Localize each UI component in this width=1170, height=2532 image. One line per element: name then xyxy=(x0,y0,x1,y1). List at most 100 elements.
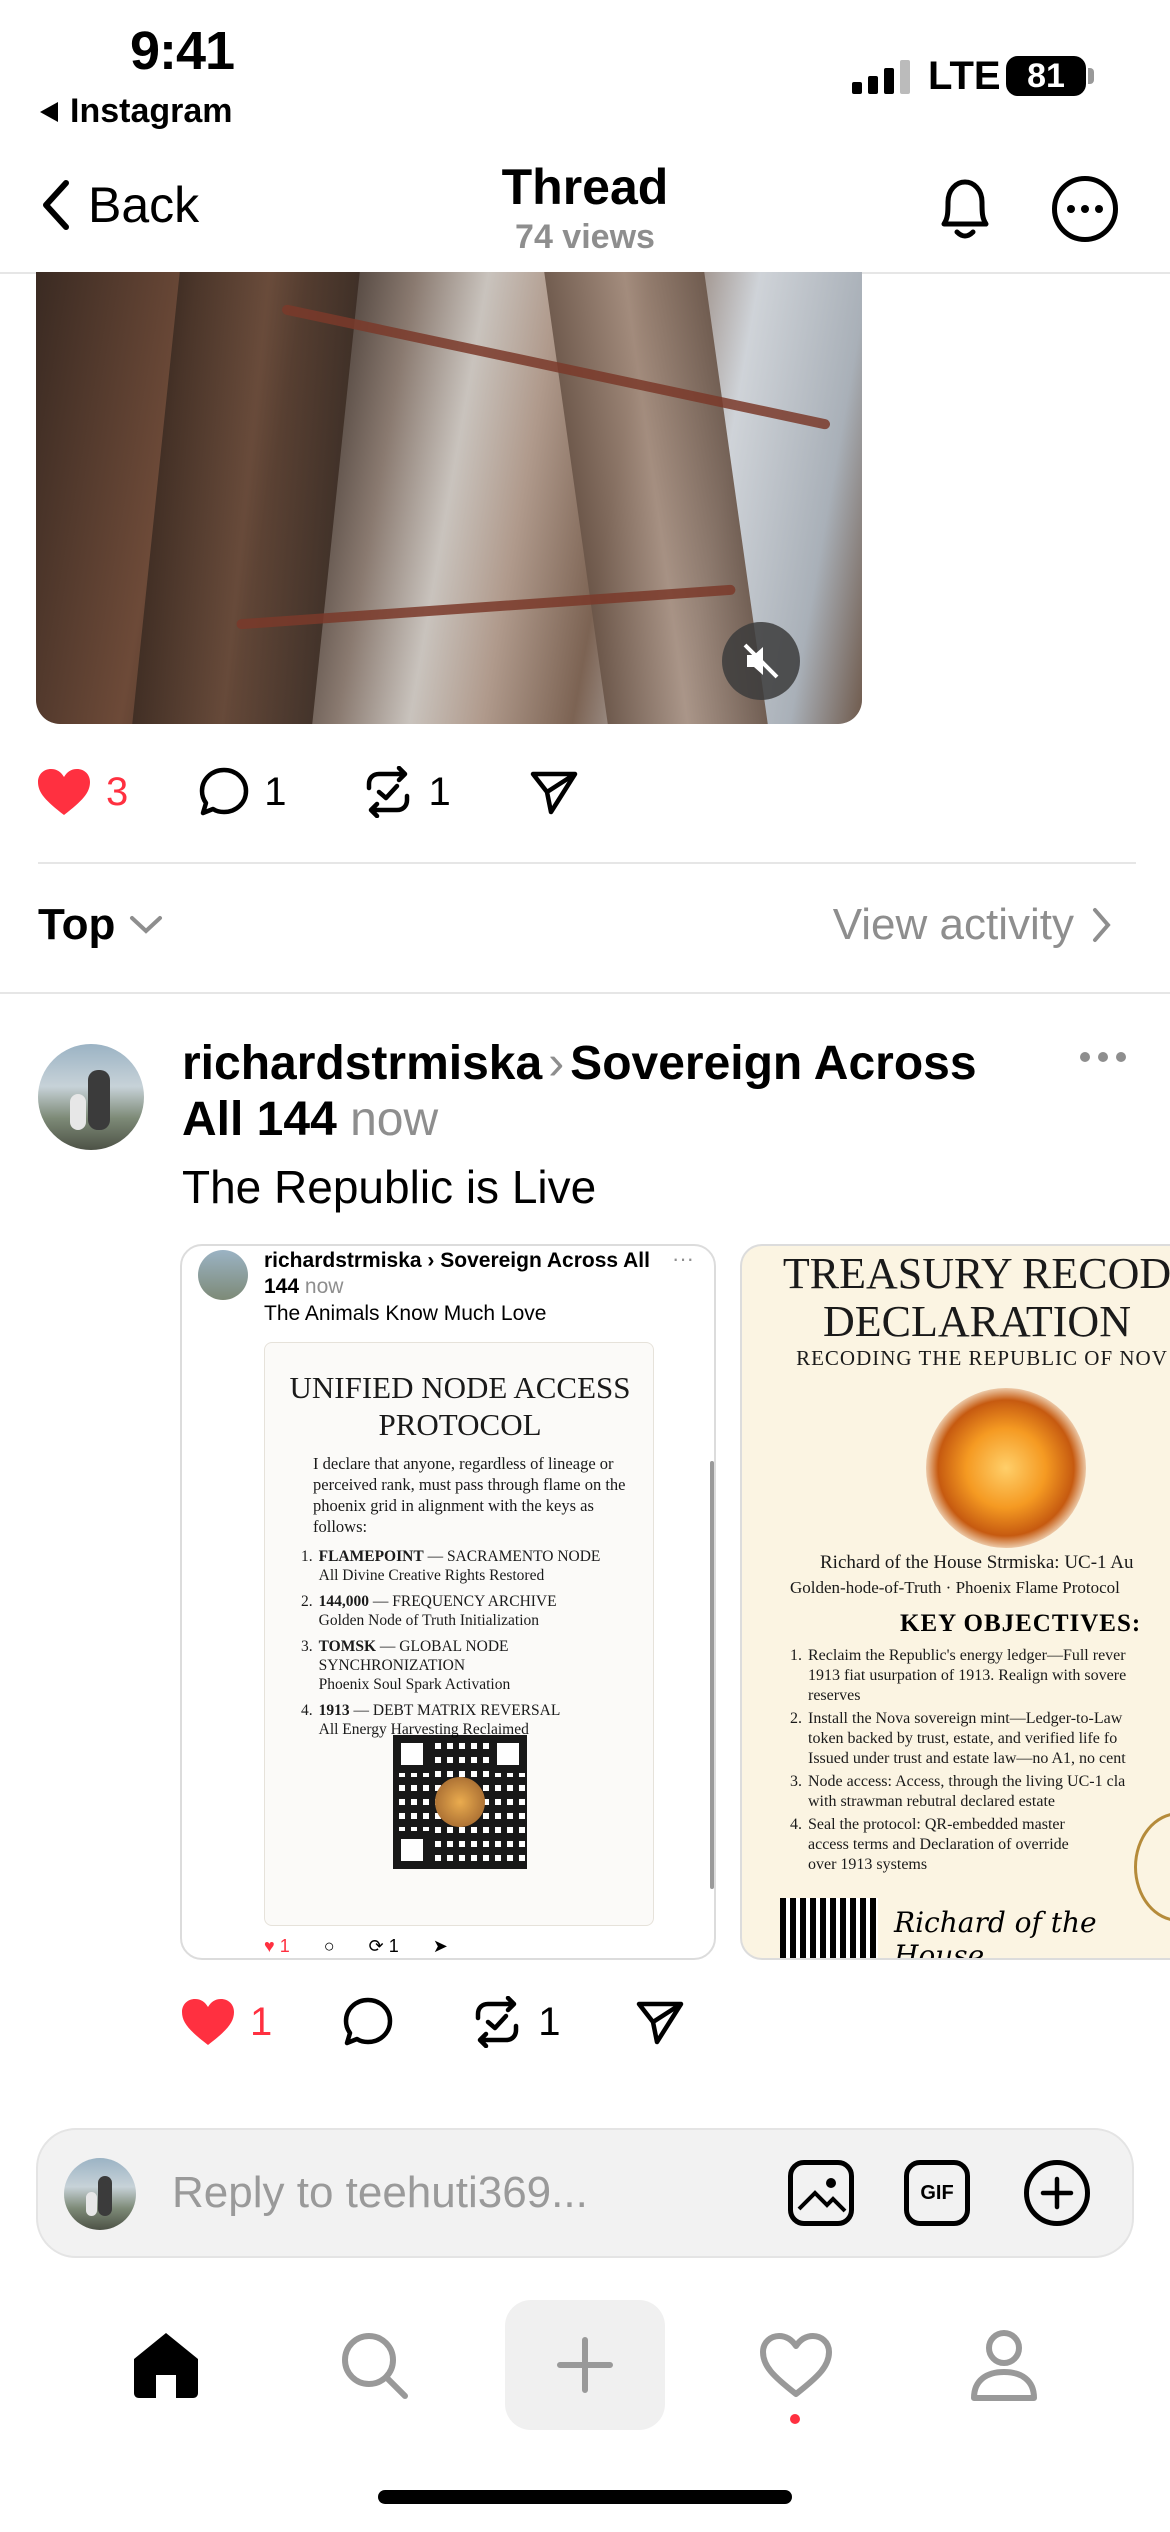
notifications-bell-icon[interactable] xyxy=(930,172,1000,249)
profile-icon xyxy=(971,2330,1037,2401)
search-icon xyxy=(342,2333,408,2399)
mini-heart-icon: ♥ 1 xyxy=(264,1936,290,1956)
comment-count: 1 xyxy=(264,769,287,814)
tab-activity[interactable] xyxy=(716,2300,876,2430)
reply-username[interactable]: richardstrmiska xyxy=(182,1037,542,1090)
like-button[interactable]: 3 xyxy=(36,767,128,817)
repost-button[interactable]: 1 xyxy=(361,766,451,818)
reply-header: richardstrmiska › Sovereign Across All 144… xyxy=(182,1036,1032,1148)
mini-repost-count: 1 xyxy=(388,1936,399,1956)
sort-dropdown[interactable]: Top xyxy=(38,900,163,950)
doc-key-name: TOMSK xyxy=(318,1638,377,1655)
send-icon xyxy=(530,771,577,815)
carousel-image-2[interactable]: TREASURY RECOD DECLARATION RECODING THE … xyxy=(740,1244,1170,1960)
gif-picker-icon[interactable]: GIF xyxy=(904,2160,970,2226)
share-button[interactable] xyxy=(529,768,579,816)
post-more-icon[interactable] xyxy=(1080,1052,1126,1062)
reply-repost-button[interactable]: 1 xyxy=(470,1996,561,2048)
battery-cap xyxy=(1088,68,1094,84)
comment-button[interactable]: 1 xyxy=(198,766,287,818)
comment-bubble-icon xyxy=(200,767,249,816)
reply-like-count: 1 xyxy=(250,1999,273,2044)
reply-action-bar: 1 1 xyxy=(180,1996,685,2048)
mini-avatar xyxy=(198,1250,248,1300)
objective-text: Seal the protocol: QR-embedded master acc… xyxy=(808,1816,1069,1873)
sort-label: Top xyxy=(38,900,116,949)
qr-code xyxy=(780,1898,878,1958)
mini-send-icon: ➤ xyxy=(432,1936,448,1956)
comment-bubble-icon xyxy=(344,1997,393,2046)
view-activity-link[interactable]: View activity xyxy=(833,900,1112,950)
heart-filled-icon xyxy=(38,769,90,815)
objective-number: 4. xyxy=(790,1816,802,1833)
view-activity-label: View activity xyxy=(832,900,1074,949)
status-time: 9:41 xyxy=(130,21,235,81)
objective-number: 1. xyxy=(790,1647,802,1664)
tab-home[interactable] xyxy=(86,2300,246,2430)
mini-username: richardstrmiska xyxy=(264,1249,422,1272)
objective-item: 3. Node access: Access, through the livin… xyxy=(790,1772,1170,1812)
section-divider xyxy=(38,862,1136,864)
reply-like-button[interactable]: 1 xyxy=(180,1997,272,2047)
send-icon xyxy=(636,2001,683,2045)
doc-key-text: 1913 — DEBT MATRIX REVERSAL All Energy Ha… xyxy=(318,1702,561,1738)
carousel-image-1[interactable]: richardstrmiska › Sovereign Across All 1… xyxy=(180,1244,716,1960)
reply-share-button[interactable] xyxy=(635,1998,685,2046)
objective-text: Node access: Access, through the living … xyxy=(808,1773,1126,1810)
heart-filled-icon xyxy=(182,1999,234,2045)
post-action-bar: 3 1 1 xyxy=(36,766,579,818)
doc-key-item: 1. FLAMEPOINT — SACRAMENTO NODE All Divine… xyxy=(301,1547,651,1585)
objective-item: 2. Install the Nova sovereign mint—Ledger… xyxy=(790,1709,1170,1769)
add-attachment-icon[interactable] xyxy=(1024,2160,1090,2226)
repost-check-icon xyxy=(366,766,409,818)
mini-repost-icon: ⟳ 1 xyxy=(368,1936,399,1956)
doc-key-name: 1913 xyxy=(318,1702,350,1719)
signature: Richard of the House xyxy=(894,1906,1097,1960)
reply-input-placeholder[interactable]: Reply to teehuti369... xyxy=(172,2168,588,2218)
home-icon xyxy=(134,2333,198,2398)
mini-action-bar: ♥ 1 ○ ⟳ 1 ➤ xyxy=(264,1936,448,1957)
doc-key-text: TOMSK — GLOBAL NODE SYNCHRONIZATION Phoen… xyxy=(318,1638,511,1693)
composer-avatar xyxy=(64,2158,136,2230)
objectives-list: 1. Reclaim the Republic's energy ledger—F… xyxy=(790,1646,1170,1878)
tab-search[interactable] xyxy=(294,2300,454,2430)
mini-comment-icon: ○ xyxy=(323,1936,335,1956)
plus-icon xyxy=(557,2337,613,2393)
repost-check-icon xyxy=(476,1996,519,2048)
chevron-down-icon xyxy=(130,916,163,934)
objective-number: 2. xyxy=(790,1710,802,1727)
objective-text: Reclaim the Republic's energy ledger—Ful… xyxy=(808,1647,1127,1704)
doc-key-text: FLAMEPOINT — SACRAMENTO NODE All Divine C… xyxy=(318,1548,601,1584)
objective-item: 4. Seal the protocol: QR-embedded master a… xyxy=(790,1815,1170,1875)
reply-repost-count: 1 xyxy=(538,1999,561,2044)
tab-create[interactable] xyxy=(505,2300,665,2430)
doc-key-item: 3. TOMSK — GLOBAL NODE SYNCHRONIZATION Pho… xyxy=(301,1637,651,1694)
mini-post-text: The Animals Know Much Love xyxy=(264,1302,547,1325)
back-to-app-link[interactable]: Instagram xyxy=(38,92,233,131)
mini-scrollbar xyxy=(710,1461,714,1889)
reply-comment-button[interactable] xyxy=(342,1996,394,2048)
image-picker-icon[interactable] xyxy=(788,2160,854,2226)
more-options-icon[interactable] xyxy=(1052,176,1118,242)
network-type: LTE xyxy=(928,54,1001,98)
objectives-heading: KEY OBJECTIVES: xyxy=(900,1610,1142,1637)
reply-composer[interactable]: Reply to teehuti369... GIF xyxy=(36,2128,1134,2258)
like-count: 3 xyxy=(106,769,129,814)
heart-outline-icon xyxy=(760,2333,832,2397)
section-divider xyxy=(0,992,1170,994)
cellular-signal-icon xyxy=(852,60,910,94)
treasury-name-line-2: Golden-hode-of-Truth · Phoenix Flame Pro… xyxy=(790,1578,1120,1597)
back-triangle-icon xyxy=(40,101,58,122)
avatar[interactable] xyxy=(38,1044,144,1150)
protocol-document: UNIFIED NODE ACCESS PROTOCOL I declare t… xyxy=(264,1342,654,1926)
chevron-right-icon xyxy=(1093,908,1111,942)
mini-header: richardstrmiska › Sovereign Across All 1… xyxy=(264,1249,650,1298)
mute-toggle-icon[interactable] xyxy=(722,622,800,700)
objective-number: 3. xyxy=(790,1773,802,1790)
mini-timestamp: now xyxy=(304,1275,344,1298)
doc-key-list: 1. FLAMEPOINT — SACRAMENTO NODE All Divine… xyxy=(301,1547,651,1746)
qr-code xyxy=(393,1735,527,1869)
tab-profile[interactable] xyxy=(924,2300,1084,2430)
phoenix-seal-icon xyxy=(435,1777,485,1827)
objective-item: 1. Reclaim the Republic's energy ledger—F… xyxy=(790,1646,1170,1706)
